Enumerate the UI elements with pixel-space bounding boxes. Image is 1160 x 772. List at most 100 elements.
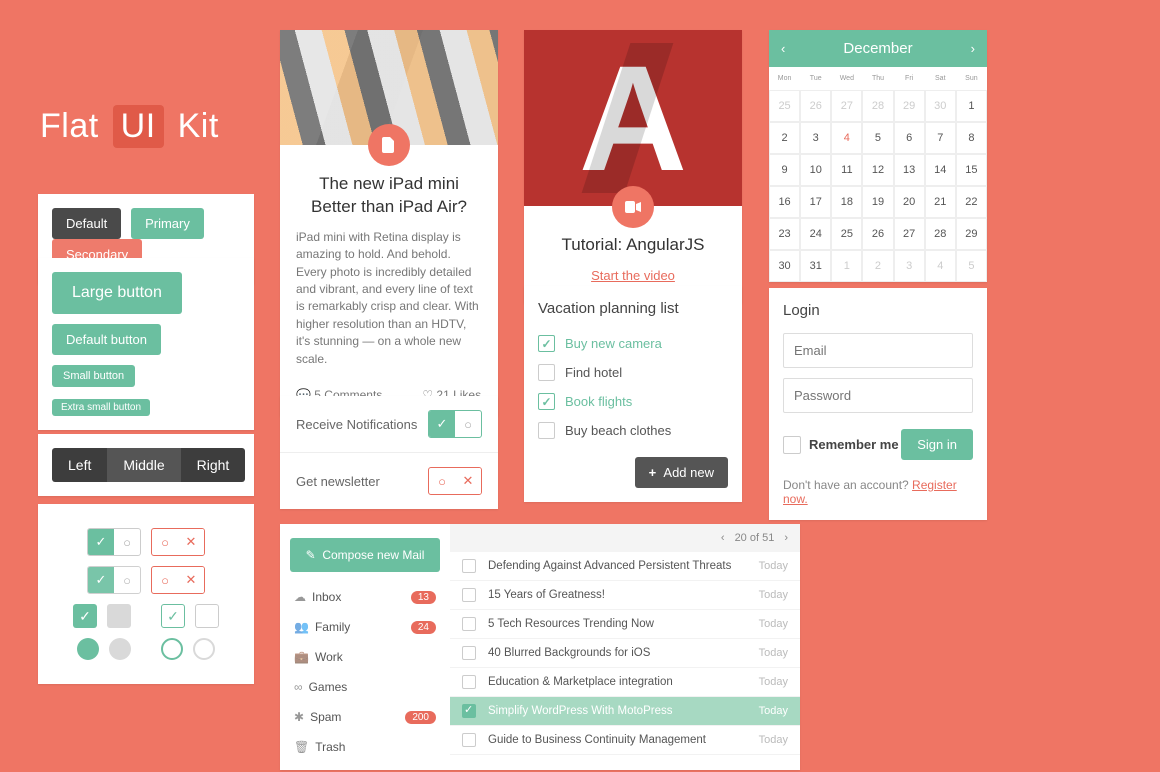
- large-button[interactable]: Large button: [52, 272, 182, 314]
- calendar-day[interactable]: 15: [956, 154, 987, 186]
- extra-small-button[interactable]: Extra small button: [52, 399, 150, 416]
- checklist-item[interactable]: Book flights: [538, 387, 728, 416]
- calendar-day[interactable]: 5: [862, 122, 893, 154]
- mail-row-checkbox[interactable]: [462, 559, 476, 573]
- notifications-toggle[interactable]: ✓○: [428, 410, 482, 438]
- calendar-day[interactable]: 3: [894, 250, 925, 282]
- calendar-day[interactable]: 20: [894, 186, 925, 218]
- calendar-day[interactable]: 4: [925, 250, 956, 282]
- calendar-day[interactable]: 24: [800, 218, 831, 250]
- radio-unchecked-filled[interactable]: [109, 638, 131, 660]
- calendar-day[interactable]: 8: [956, 122, 987, 154]
- calendar-day[interactable]: 1: [956, 90, 987, 122]
- calendar-day[interactable]: 29: [956, 218, 987, 250]
- mail-row[interactable]: 15 Years of Greatness!Today: [450, 581, 800, 610]
- radio-checked-outline[interactable]: [161, 638, 183, 660]
- mail-folder[interactable]: ☁Inbox13: [290, 582, 440, 612]
- calendar-day[interactable]: 25: [769, 90, 800, 122]
- checklist-item[interactable]: Buy beach clothes: [538, 416, 728, 445]
- calendar-day[interactable]: 19: [862, 186, 893, 218]
- calendar-day[interactable]: 4: [831, 122, 862, 154]
- mail-folder[interactable]: 💼Work: [290, 642, 440, 672]
- mail-row[interactable]: 5 Tech Resources Trending NowToday: [450, 610, 800, 639]
- calendar-day[interactable]: 6: [894, 122, 925, 154]
- calendar-day[interactable]: 28: [862, 90, 893, 122]
- calendar-day[interactable]: 17: [800, 186, 831, 218]
- mail-folder[interactable]: ∞Games: [290, 672, 440, 702]
- checkbox-unchecked-outline[interactable]: [195, 604, 219, 628]
- calendar-day[interactable]: 9: [769, 154, 800, 186]
- mail-row[interactable]: 40 Blurred Backgrounds for iOSToday: [450, 639, 800, 668]
- calendar-day[interactable]: 3: [800, 122, 831, 154]
- calendar-day[interactable]: 2: [862, 250, 893, 282]
- mail-row-checkbox[interactable]: [462, 675, 476, 689]
- calendar-day[interactable]: 27: [831, 90, 862, 122]
- mail-row-checkbox[interactable]: [462, 617, 476, 631]
- calendar-day[interactable]: 10: [800, 154, 831, 186]
- checkbox-unchecked-filled[interactable]: [107, 604, 131, 628]
- calendar-prev-button[interactable]: ‹: [781, 41, 785, 56]
- mail-next-page[interactable]: ›: [784, 532, 788, 544]
- calendar-day[interactable]: 14: [925, 154, 956, 186]
- mail-folder[interactable]: 👥Family24: [290, 612, 440, 642]
- checklist-checkbox[interactable]: [538, 364, 555, 381]
- calendar-day[interactable]: 30: [769, 250, 800, 282]
- mail-folder[interactable]: 🗑Trash: [290, 732, 440, 762]
- remember-me-label[interactable]: Remember me: [783, 436, 899, 454]
- segment-left[interactable]: Left: [52, 448, 107, 482]
- mail-row-checkbox[interactable]: [462, 646, 476, 660]
- calendar-day[interactable]: 28: [925, 218, 956, 250]
- checkbox-checked-outline[interactable]: ✓: [161, 604, 185, 628]
- calendar-day[interactable]: 1: [831, 250, 862, 282]
- calendar-day[interactable]: 27: [894, 218, 925, 250]
- checkbox-checked-filled[interactable]: ✓: [73, 604, 97, 628]
- calendar-day[interactable]: 12: [862, 154, 893, 186]
- toggle-on-outline[interactable]: ✓○: [87, 566, 141, 594]
- calendar-day[interactable]: 18: [831, 186, 862, 218]
- calendar-next-button[interactable]: ›: [971, 41, 975, 56]
- radio-checked-filled[interactable]: [77, 638, 99, 660]
- checklist-checkbox[interactable]: [538, 393, 555, 410]
- mail-row[interactable]: Guide to Business Continuity ManagementT…: [450, 726, 800, 755]
- mail-prev-page[interactable]: ‹: [721, 532, 725, 544]
- default-size-button[interactable]: Default button: [52, 324, 161, 355]
- mail-row[interactable]: Defending Against Advanced Persistent Th…: [450, 552, 800, 581]
- radio-unchecked-outline[interactable]: [193, 638, 215, 660]
- start-video-link[interactable]: Start the video: [591, 268, 675, 283]
- segment-middle[interactable]: Middle: [107, 448, 180, 482]
- toggle-off-filled[interactable]: ○✕: [151, 528, 205, 556]
- mail-row-checkbox[interactable]: [462, 704, 476, 718]
- mail-row[interactable]: Simplify WordPress With MotoPressToday: [450, 697, 800, 726]
- calendar-day[interactable]: 31: [800, 250, 831, 282]
- calendar-day[interactable]: 2: [769, 122, 800, 154]
- checklist-item[interactable]: Buy new camera: [538, 329, 728, 358]
- calendar-day[interactable]: 16: [769, 186, 800, 218]
- mail-row[interactable]: Education & Marketplace integrationToday: [450, 668, 800, 697]
- toggle-off-outline[interactable]: ○✕: [151, 566, 205, 594]
- mail-row-checkbox[interactable]: [462, 733, 476, 747]
- newsletter-toggle[interactable]: ○✕: [428, 467, 482, 495]
- calendar-day[interactable]: 13: [894, 154, 925, 186]
- signin-button[interactable]: Sign in: [901, 429, 973, 460]
- calendar-day[interactable]: 26: [800, 90, 831, 122]
- calendar-day[interactable]: 29: [894, 90, 925, 122]
- add-new-button[interactable]: + Add new: [635, 457, 728, 488]
- primary-button[interactable]: Primary: [131, 208, 204, 239]
- segment-right[interactable]: Right: [181, 448, 246, 482]
- segmented-control[interactable]: Left Middle Right: [52, 448, 245, 482]
- calendar-day[interactable]: 11: [831, 154, 862, 186]
- calendar-day[interactable]: 23: [769, 218, 800, 250]
- calendar-day[interactable]: 21: [925, 186, 956, 218]
- calendar-day[interactable]: 30: [925, 90, 956, 122]
- calendar-day[interactable]: 7: [925, 122, 956, 154]
- checklist-checkbox[interactable]: [538, 335, 555, 352]
- calendar-day[interactable]: 22: [956, 186, 987, 218]
- small-button[interactable]: Small button: [52, 365, 135, 387]
- mail-folder[interactable]: ✱Spam200: [290, 702, 440, 732]
- password-field[interactable]: [783, 378, 973, 413]
- toggle-on-filled[interactable]: ✓○: [87, 528, 141, 556]
- checklist-item[interactable]: Find hotel: [538, 358, 728, 387]
- mail-row-checkbox[interactable]: [462, 588, 476, 602]
- email-field[interactable]: [783, 333, 973, 368]
- calendar-day[interactable]: 5: [956, 250, 987, 282]
